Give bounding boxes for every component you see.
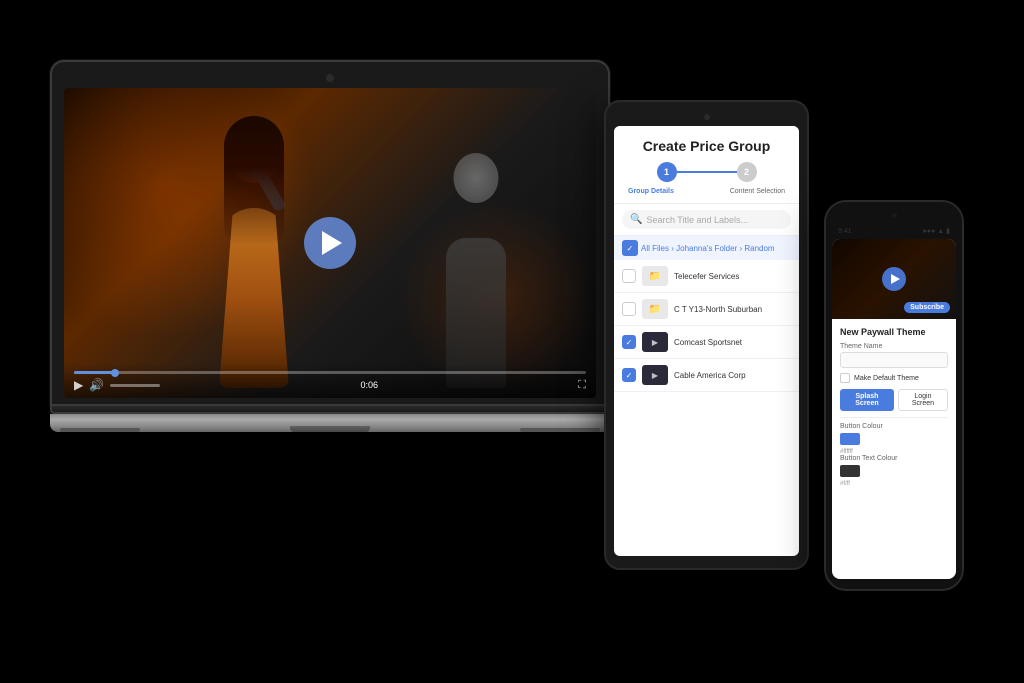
- progress-fill: [74, 371, 115, 374]
- guitarist-head: [454, 153, 499, 203]
- tablet-camera: [704, 114, 710, 120]
- file-list: 📁 Telecefer Services 📁 C T Y13-North Sub…: [614, 260, 799, 392]
- folder-icon-1: 📁: [642, 266, 668, 286]
- paywall-form-title: New Paywall Theme: [840, 327, 948, 337]
- step-line: [677, 171, 737, 173]
- paywall-form: New Paywall Theme Theme Name Make Defaul…: [832, 319, 956, 495]
- file-check-3[interactable]: ✓: [622, 335, 636, 349]
- splash-screen-button[interactable]: Splash Screen: [840, 389, 894, 411]
- login-screen-button[interactable]: Login Screen: [898, 389, 948, 411]
- phone-status-bar: 9:41 ●●● ▲ ▮: [832, 227, 956, 239]
- button-colour-swatch[interactable]: [840, 433, 860, 445]
- form-divider: [840, 417, 948, 418]
- guitarist-figure: [416, 148, 536, 388]
- phone-notch: [869, 213, 919, 223]
- signal-icon: ●●●: [923, 228, 936, 235]
- file-check-4[interactable]: ✓: [622, 368, 636, 382]
- singer-hair: [224, 116, 284, 246]
- file-name-4: Cable America Corp: [674, 371, 791, 380]
- file-name-2: C T Y13-North Suburban: [674, 305, 791, 314]
- phone-camera: [892, 213, 897, 218]
- breadcrumb-text: All Files › Johanna's Folder › Random: [641, 244, 775, 253]
- file-check-2[interactable]: [622, 302, 636, 316]
- list-item[interactable]: 📁 C T Y13-North Suburban: [614, 293, 799, 326]
- step-1-circle: 1: [657, 162, 677, 182]
- step-labels: Group Details Content Selection: [624, 186, 789, 197]
- text-colour-label: Button Text Colour: [840, 455, 948, 462]
- step-1-label: Group Details: [628, 188, 674, 195]
- tablet: Create Price Group 1 2 Group Details Con…: [604, 100, 809, 570]
- cpg-breadcrumb: ✓ All Files › Johanna's Folder › Random: [614, 236, 799, 260]
- step-1-number: 1: [664, 167, 669, 177]
- phone: 9:41 ●●● ▲ ▮ Subscribe New Paywall Theme…: [824, 200, 964, 591]
- play-button[interactable]: [304, 217, 356, 269]
- fullscreen-icon[interactable]: ⛶: [578, 379, 586, 392]
- search-icon: 🔍: [630, 214, 642, 225]
- folder-icon-2: 📁: [642, 299, 668, 319]
- laptop-camera: [326, 74, 334, 82]
- theme-name-input[interactable]: [840, 352, 948, 368]
- file-check-1[interactable]: [622, 269, 636, 283]
- laptop-screen: ▶ 🔊 0:06 ⛶: [64, 88, 596, 398]
- video-controls: ▶ 🔊 0:06 ⛶: [64, 363, 596, 398]
- phone-time: 9:41: [838, 228, 852, 235]
- progress-dot: [111, 369, 119, 377]
- volume-icon[interactable]: 🔊: [89, 378, 104, 392]
- laptop-hinge: [50, 406, 610, 414]
- battery-icon: ▮: [946, 227, 950, 235]
- phone-cta-button[interactable]: Subscribe: [904, 302, 950, 313]
- laptop-foot-right: [520, 428, 600, 432]
- make-default-label: Make Default Theme: [854, 375, 919, 382]
- button-colour-label: Button Colour: [840, 423, 948, 430]
- make-default-checkbox[interactable]: [840, 373, 850, 383]
- play-icon-small[interactable]: ▶: [74, 378, 83, 392]
- phone-play-button[interactable]: [882, 267, 906, 291]
- wifi-icon: ▲: [937, 228, 944, 235]
- list-item[interactable]: ✓ Comcast Sportsnet: [614, 326, 799, 359]
- step-2-circle: 2: [737, 162, 757, 182]
- text-colour-value: #f/ff: [840, 481, 948, 487]
- cpg-search: 🔍 Search Title and Labels...: [614, 204, 799, 236]
- phone-play-icon: [891, 274, 900, 284]
- tablet-screen: Create Price Group 1 2 Group Details Con…: [614, 126, 799, 556]
- cpg-title: Create Price Group: [624, 138, 789, 154]
- video-background: ▶ 🔊 0:06 ⛶: [64, 88, 596, 398]
- play-icon: [322, 231, 342, 255]
- laptop: ▶ 🔊 0:06 ⛶: [50, 60, 610, 432]
- file-name-3: Comcast Sportsnet: [674, 338, 791, 347]
- volume-bar[interactable]: [110, 384, 160, 387]
- time-display: 0:06: [360, 380, 378, 390]
- video-thumb-4: [642, 365, 668, 385]
- file-name-1: Telecefer Services: [674, 272, 791, 281]
- progress-bar[interactable]: [74, 371, 586, 374]
- search-box[interactable]: 🔍 Search Title and Labels...: [622, 210, 791, 229]
- status-icons: ●●● ▲ ▮: [923, 227, 950, 235]
- cpg-header: Create Price Group 1 2 Group Details Con…: [614, 126, 799, 204]
- step-2-number: 2: [744, 167, 749, 177]
- theme-name-label: Theme Name: [840, 343, 948, 350]
- scene: ▶ 🔊 0:06 ⛶ Create Price G: [0, 0, 1024, 683]
- device-shadow: [162, 593, 862, 623]
- step-2-label: Content Selection: [730, 188, 785, 195]
- breadcrumb-check: ✓: [622, 240, 638, 256]
- video-thumb-3: [642, 332, 668, 352]
- text-colour-swatch[interactable]: [840, 465, 860, 477]
- search-placeholder: Search Title and Labels...: [646, 215, 748, 225]
- laptop-screen-outer: ▶ 🔊 0:06 ⛶: [50, 60, 610, 406]
- phone-video-thumbnail: Subscribe: [832, 239, 956, 319]
- controls-row: ▶ 🔊 0:06 ⛶: [74, 378, 586, 392]
- screen-buttons: Splash Screen Login Screen: [840, 389, 948, 411]
- cpg-steps: 1 2: [624, 162, 789, 182]
- list-item[interactable]: ✓ Cable America Corp: [614, 359, 799, 392]
- make-default-row[interactable]: Make Default Theme: [840, 373, 948, 383]
- laptop-base: [50, 414, 610, 432]
- list-item[interactable]: 📁 Telecefer Services: [614, 260, 799, 293]
- phone-screen: Subscribe New Paywall Theme Theme Name M…: [832, 239, 956, 579]
- laptop-foot-left: [60, 428, 140, 432]
